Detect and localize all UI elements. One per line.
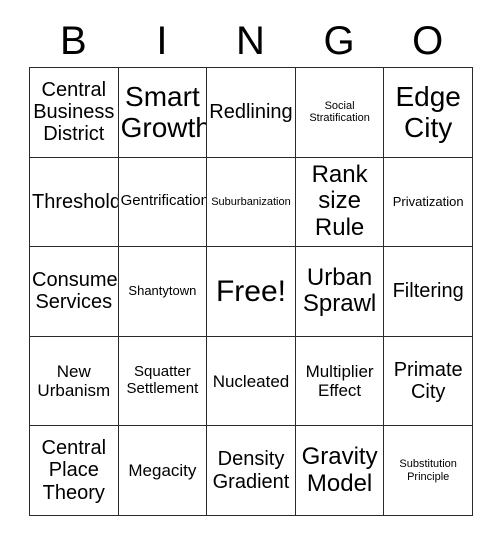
bingo-cell[interactable]: Central Place Theory: [29, 425, 119, 516]
bingo-row: New Urbanism Squatter Settlement Nucleat…: [29, 336, 473, 427]
bingo-cell[interactable]: Social Stratification: [295, 67, 385, 158]
bingo-cell[interactable]: Threshold: [29, 157, 119, 248]
bingo-cell[interactable]: Shantytown: [118, 246, 208, 337]
bingo-cell[interactable]: Gentrification: [118, 157, 208, 248]
header-letter-g: G: [323, 18, 355, 63]
bingo-cell[interactable]: Nucleated: [206, 336, 296, 427]
bingo-cell[interactable]: Filtering: [383, 246, 473, 337]
header-letter-i: I: [156, 18, 168, 63]
bingo-grid: Central Business District Smart Growth R…: [29, 67, 473, 516]
bingo-row: Central Place Theory Megacity Density Gr…: [29, 425, 473, 516]
bingo-cell[interactable]: Consumer Services: [29, 246, 119, 337]
bingo-cell[interactable]: Smart Growth: [118, 67, 208, 158]
bingo-cell[interactable]: Rank size Rule: [295, 157, 385, 248]
bingo-cell[interactable]: Primate City: [383, 336, 473, 427]
bingo-cell[interactable]: Density Gradient: [206, 425, 296, 516]
bingo-cell[interactable]: Megacity: [118, 425, 208, 516]
header-letter-n: N: [236, 18, 265, 63]
bingo-cell[interactable]: Multiplier Effect: [295, 336, 385, 427]
bingo-cell[interactable]: Redlining: [206, 67, 296, 158]
header-letter-b: B: [59, 18, 87, 63]
bingo-cell[interactable]: Central Business District: [29, 67, 119, 158]
bingo-row: Threshold Gentrification Suburbanization…: [29, 157, 473, 248]
bingo-card: B I N G O Central Business District Smar…: [29, 14, 473, 516]
bingo-cell[interactable]: Gravity Model: [295, 425, 385, 516]
bingo-row: Central Business District Smart Growth R…: [29, 67, 473, 158]
bingo-cell[interactable]: Suburbanization: [206, 157, 296, 248]
bingo-cell[interactable]: New Urbanism: [29, 336, 119, 427]
bingo-row: Consumer Services Shantytown Free! Urban…: [29, 246, 473, 337]
bingo-cell[interactable]: Privatization: [383, 157, 473, 248]
bingo-header: B I N G O: [29, 14, 472, 67]
bingo-cell[interactable]: Urban Sprawl: [295, 246, 385, 337]
bingo-cell-free[interactable]: Free!: [206, 246, 296, 337]
bingo-cell[interactable]: Edge City: [383, 67, 473, 158]
bingo-cell[interactable]: Substitution Principle: [383, 425, 473, 516]
bingo-cell[interactable]: Squatter Settlement: [118, 336, 208, 427]
header-letter-o: O: [412, 18, 444, 63]
